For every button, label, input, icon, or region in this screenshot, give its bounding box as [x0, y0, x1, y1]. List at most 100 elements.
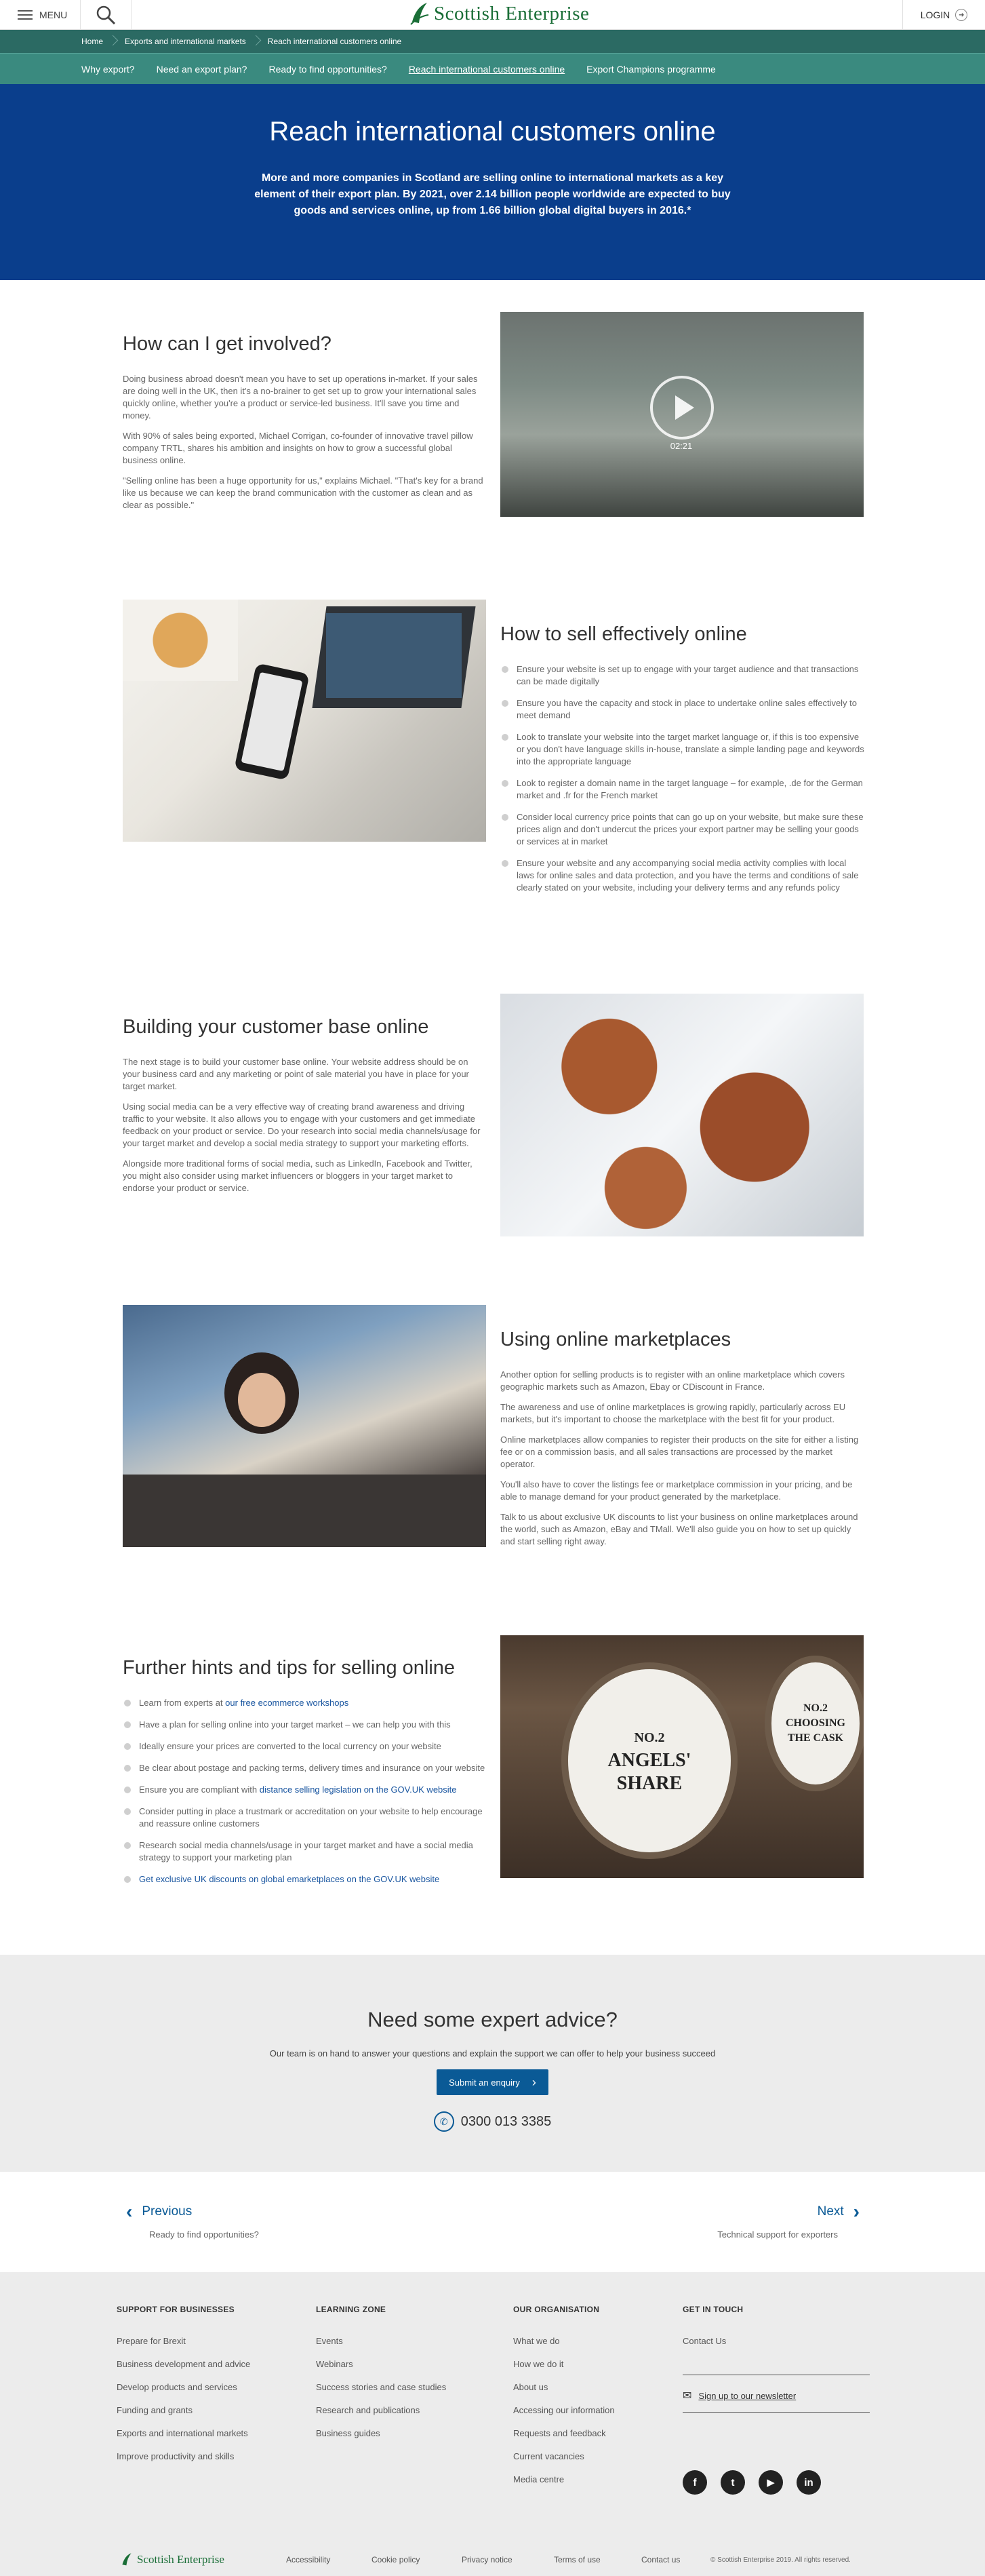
cookie-policy-link[interactable]: Cookie policy: [371, 2555, 420, 2564]
footer-link[interactable]: Develop products and services: [117, 2382, 250, 2392]
distance-selling-link[interactable]: distance selling legislation on the GOV.…: [260, 1784, 457, 1795]
video-duration: 02:21: [670, 441, 693, 451]
footer-link[interactable]: Accessing our information: [513, 2405, 615, 2415]
marketplaces-paragraph: Talk to us about exclusive UK discounts …: [500, 1512, 858, 1546]
previous-label: Previous: [142, 2204, 193, 2219]
logo-mark-icon: [122, 2553, 132, 2566]
barrel-text: NO.2: [803, 1702, 828, 1714]
privacy-notice-link[interactable]: Privacy notice: [462, 2555, 512, 2564]
footer-link[interactable]: Funding and grants: [117, 2405, 250, 2415]
previous-page-title: Ready to find opportunities?: [149, 2229, 259, 2240]
barrel-text: SHARE: [616, 1773, 683, 1794]
breadcrumb-home[interactable]: Home: [71, 30, 114, 53]
workshops-link[interactable]: our free ecommerce workshops: [225, 1698, 348, 1708]
footer-link[interactable]: Media centre: [513, 2474, 615, 2484]
meeting-image: [123, 1305, 486, 1547]
logo-text: Scottish Enterprise: [434, 2, 590, 24]
footer-link[interactable]: Requests and feedback: [513, 2428, 615, 2438]
menu-button[interactable]: MENU: [18, 0, 67, 30]
phone-number-row[interactable]: ✆ 0300 013 3385: [0, 2111, 985, 2132]
footer-link[interactable]: Contact Us: [683, 2336, 870, 2346]
footer-logo-text: Scottish Enterprise: [137, 2553, 224, 2566]
footer: SUPPORT FOR BUSINESSES Prepare for Brexi…: [0, 2272, 985, 2576]
sell-title: How to sell effectively online: [500, 623, 747, 645]
arrow-right-icon: ➜: [955, 9, 968, 21]
list-item: Research social media channels/usage in …: [123, 1839, 487, 1864]
footer-link[interactable]: Exports and international markets: [117, 2428, 250, 2438]
video-player[interactable]: 02:21: [500, 312, 864, 517]
footer-link[interactable]: Improve productivity and skills: [117, 2451, 250, 2461]
involved-section: How can I get involved? Doing business a…: [123, 333, 487, 520]
building-paragraph: Using social media can be a very effecti…: [123, 1101, 481, 1148]
footer-heading: LEARNING ZONE: [316, 2305, 386, 2314]
list-item: Get exclusive UK discounts on global ema…: [123, 1873, 487, 1886]
footer-link[interactable]: Current vacancies: [513, 2451, 615, 2461]
footer-link[interactable]: Business development and advice: [117, 2359, 250, 2369]
list-item: Ideally ensure your prices are converted…: [123, 1740, 487, 1753]
footer-logo[interactable]: Scottish Enterprise: [121, 2552, 224, 2567]
footer-link[interactable]: Webinars: [316, 2359, 446, 2369]
twitter-icon[interactable]: t: [721, 2470, 745, 2495]
building-paragraph: Alongside more traditional forms of soci…: [123, 1158, 473, 1193]
footer-link[interactable]: Success stories and case studies: [316, 2382, 446, 2392]
footer-link[interactable]: Research and publications: [316, 2405, 446, 2415]
hints-list: Learn from experts at our free ecommerce…: [123, 1697, 487, 1886]
footer-link[interactable]: Prepare for Brexit: [117, 2336, 250, 2346]
play-icon[interactable]: [650, 376, 714, 440]
emarketplaces-link[interactable]: Get exclusive UK discounts on global ema…: [139, 1874, 439, 1884]
search-button[interactable]: [80, 0, 132, 30]
footer-link[interactable]: How we do it: [513, 2359, 615, 2369]
footer-column-support: SUPPORT FOR BUSINESSES Prepare for Brexi…: [117, 2305, 250, 2474]
accessibility-link[interactable]: Accessibility: [286, 2555, 330, 2564]
barrel-text: CHOOSING: [785, 1717, 845, 1729]
phone-icon: ✆: [433, 2111, 454, 2132]
newsletter-signup[interactable]: ✉ Sign up to our newsletter: [683, 2375, 870, 2413]
list-item-text: Ensure you are compliant with: [139, 1784, 260, 1795]
youtube-icon[interactable]: ▶: [759, 2470, 783, 2495]
marketplaces-paragraph: Another option for selling products is t…: [500, 1369, 845, 1392]
next-link[interactable]: Next › Technical support for exporters: [710, 2201, 860, 2240]
submit-enquiry-button[interactable]: Submit an enquiry ›: [437, 2069, 548, 2095]
list-item: Ensure your website is set up to engage …: [500, 663, 864, 688]
footer-column-organisation: OUR ORGANISATION What we do How we do it…: [513, 2305, 615, 2497]
facebook-icon[interactable]: f: [683, 2470, 707, 2495]
advice-text: Our team is on hand to answer your quest…: [269, 2048, 716, 2058]
marketplaces-section: Using online marketplaces Another option…: [500, 1329, 864, 1556]
login-button[interactable]: LOGIN ➜: [902, 0, 985, 30]
list-item: Look to register a domain name in the ta…: [500, 777, 864, 802]
subnav-reach-online[interactable]: Reach international customers online: [398, 54, 576, 85]
login-label: LOGIN: [920, 9, 950, 20]
footer-link[interactable]: Business guides: [316, 2428, 446, 2438]
marketplaces-paragraph: You'll also have to cover the listings f…: [500, 1479, 853, 1502]
building-title: Building your customer base online: [123, 1016, 429, 1038]
next-label: Next: [817, 2204, 844, 2219]
footer-link[interactable]: Events: [316, 2336, 446, 2346]
list-item: Ensure your website and any accompanying…: [500, 857, 864, 894]
footer-link[interactable]: What we do: [513, 2336, 615, 2346]
social-links: f t ▶ in: [683, 2470, 821, 2495]
hero-text: More and more companies in Scotland are …: [254, 172, 731, 216]
list-item: Ensure you have the capacity and stock i…: [500, 697, 864, 722]
contact-us-link[interactable]: Contact us: [641, 2555, 680, 2564]
subnav-opportunities[interactable]: Ready to find opportunities?: [258, 54, 397, 85]
hero-banner: Reach international customers online Mor…: [0, 84, 985, 280]
logo[interactable]: Scottish Enterprise: [409, 1, 589, 26]
linkedin-icon[interactable]: in: [797, 2470, 821, 2495]
terms-of-use-link[interactable]: Terms of use: [554, 2555, 601, 2564]
advice-title: Need some expert advice?: [367, 2008, 618, 2031]
breadcrumb-current: Reach international customers online: [267, 37, 402, 46]
subnav-export-champions[interactable]: Export Champions programme: [576, 54, 727, 85]
sell-section: How to sell effectively online Ensure yo…: [500, 623, 864, 903]
previous-link[interactable]: ‹ Previous Ready to find opportunities?: [126, 2201, 259, 2240]
section-nav: Why export? Need an export plan? Ready t…: [0, 53, 985, 84]
legal-bar: Scottish Enterprise Accessibility Cookie…: [0, 2543, 985, 2576]
list-item: Be clear about postage and packing terms…: [123, 1762, 487, 1774]
whisky-barrels-image: NO.2 ANGELS' SHARE NO.2 CHOOSING THE CAS…: [500, 1635, 864, 1878]
crab-image: [500, 994, 864, 1236]
breadcrumb-exports[interactable]: Exports and international markets: [114, 30, 257, 53]
chevron-left-icon: ‹: [126, 2201, 133, 2222]
subnav-why-export[interactable]: Why export?: [71, 54, 146, 85]
subnav-export-plan[interactable]: Need an export plan?: [146, 54, 258, 85]
footer-link[interactable]: About us: [513, 2382, 615, 2392]
breadcrumb: Home Exports and international markets R…: [0, 30, 985, 53]
